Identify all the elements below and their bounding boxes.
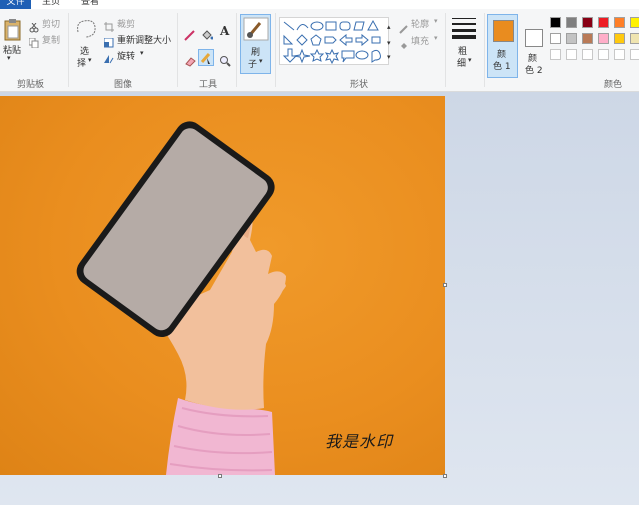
tab-view[interactable]: 查看 [81, 0, 99, 7]
palette-swatch-empty[interactable] [582, 49, 593, 60]
palette-swatch[interactable] [630, 17, 639, 28]
palette-swatch[interactable] [614, 33, 625, 44]
select-button[interactable] [74, 18, 98, 46]
divider [236, 13, 237, 87]
outline-dropdown-icon[interactable]: ▾ [434, 17, 438, 25]
divider [275, 13, 276, 87]
palette-swatch[interactable] [582, 17, 593, 28]
fill-button[interactable] [399, 36, 409, 55]
colors-group-label: 颜色 [604, 80, 623, 90]
fill-icon [401, 43, 407, 49]
divider [177, 13, 178, 87]
divider [68, 13, 69, 87]
outline-icon [399, 25, 408, 34]
hand-holding-phone-image [76, 121, 286, 475]
text-tool-icon[interactable]: A [220, 24, 229, 38]
ribbon: 粘贴 ▾ 剪切 复制 剪贴板 选 择 ▾ 裁剪 重新调整大小 旋转 ▾ 图像 A… [0, 9, 639, 92]
line-size-icon [452, 18, 476, 39]
fill-dropdown-icon[interactable]: ▾ [434, 34, 438, 42]
shapes-expand-icon[interactable]: ▾ [387, 53, 391, 61]
copy-button[interactable] [28, 33, 39, 52]
fill-label[interactable]: 填充 [411, 34, 429, 47]
rotate-dropdown-icon[interactable]: ▾ [140, 49, 144, 57]
pencil-icon [184, 30, 195, 41]
canvas-resize-handle-right[interactable] [443, 283, 447, 287]
color-picker-tool[interactable] [198, 49, 214, 66]
canvas-resize-handle-corner[interactable] [443, 474, 447, 478]
brush-label-2: 子 [248, 60, 258, 70]
clipboard-group-label: 剪贴板 [17, 80, 45, 90]
shapes-gallery[interactable] [279, 17, 389, 65]
palette-swatch[interactable] [630, 33, 639, 44]
magnifier-icon [220, 56, 231, 67]
clipboard-icon [4, 19, 21, 41]
crop-icon [104, 22, 114, 32]
size-label-2: 细 [457, 59, 467, 69]
scissors-icon [29, 22, 39, 33]
image-group-label: 图像 [114, 80, 133, 90]
palette-swatch-empty[interactable] [566, 49, 577, 60]
image-canvas[interactable] [0, 96, 445, 475]
color1-label-2: 色 1 [493, 62, 511, 72]
palette-swatch[interactable] [566, 33, 577, 44]
magnifier-tool[interactable] [219, 52, 231, 71]
eraser-tool[interactable] [184, 52, 196, 71]
palette-swatch-empty[interactable] [630, 49, 639, 60]
shapes-scroll-down-icon[interactable]: ▾ [387, 39, 391, 47]
color2-swatch [525, 29, 543, 47]
resize-label[interactable]: 重新调整大小 [117, 33, 171, 46]
color2-label-2: 色 2 [525, 66, 543, 76]
rotate-button[interactable] [104, 49, 114, 68]
ribbon-tabs: 文件 主页 查看 [0, 0, 639, 9]
paste-label[interactable]: 粘贴 [3, 43, 21, 56]
select-label-2[interactable]: 择 [77, 56, 86, 69]
palette-swatch[interactable] [598, 33, 609, 44]
palette-swatch-empty[interactable] [614, 49, 625, 60]
palette-swatch[interactable] [598, 17, 609, 28]
canvas-resize-handle-bottom[interactable] [218, 474, 222, 478]
palette-swatch[interactable] [566, 17, 577, 28]
shapes-scroll-up-icon[interactable]: ▴ [387, 23, 391, 31]
shapes-group-label: 形状 [350, 80, 369, 90]
tab-file[interactable]: 文件 [0, 0, 31, 9]
watermark-text: 我是水印 [325, 432, 394, 451]
shapes-icon [282, 19, 381, 65]
select-dropdown-icon[interactable]: ▾ [88, 56, 92, 64]
color-picker-icon [200, 53, 211, 64]
color1-swatch [493, 20, 514, 42]
copy-icon [28, 37, 39, 49]
fill-tool[interactable] [201, 26, 214, 45]
divider [445, 13, 446, 87]
paste-button[interactable] [3, 18, 23, 46]
select-icon [77, 20, 96, 38]
divider [484, 13, 485, 87]
outline-label[interactable]: 轮廓 [411, 17, 429, 30]
palette-swatch[interactable] [550, 33, 561, 44]
bucket-icon [202, 30, 214, 40]
copy-label[interactable]: 复制 [42, 33, 60, 46]
cut-label[interactable]: 剪切 [42, 17, 60, 30]
palette-swatch-empty[interactable] [598, 49, 609, 60]
tab-home[interactable]: 主页 [42, 0, 60, 7]
tools-group-label: 工具 [199, 80, 218, 90]
rotate-label[interactable]: 旋转 [117, 49, 135, 62]
paste-dropdown-icon[interactable]: ▾ [7, 54, 11, 62]
rotate-icon [104, 55, 114, 64]
eraser-icon [185, 57, 196, 67]
pencil-tool[interactable] [184, 26, 196, 45]
palette-swatch[interactable] [582, 33, 593, 44]
brush-dropdown-icon: ▾ [259, 57, 263, 65]
brush-icon [243, 17, 269, 41]
palette-swatch[interactable] [614, 17, 625, 28]
brushes-button[interactable]: 刷 子 ▾ [240, 14, 271, 74]
palette-swatch-empty[interactable] [550, 49, 561, 60]
color1-button[interactable]: 颜 色 1 [487, 14, 518, 78]
resize-icon [103, 37, 114, 48]
palette-swatch[interactable] [550, 17, 561, 28]
size-dropdown-icon: ▾ [468, 56, 472, 64]
crop-label[interactable]: 裁剪 [117, 17, 135, 30]
